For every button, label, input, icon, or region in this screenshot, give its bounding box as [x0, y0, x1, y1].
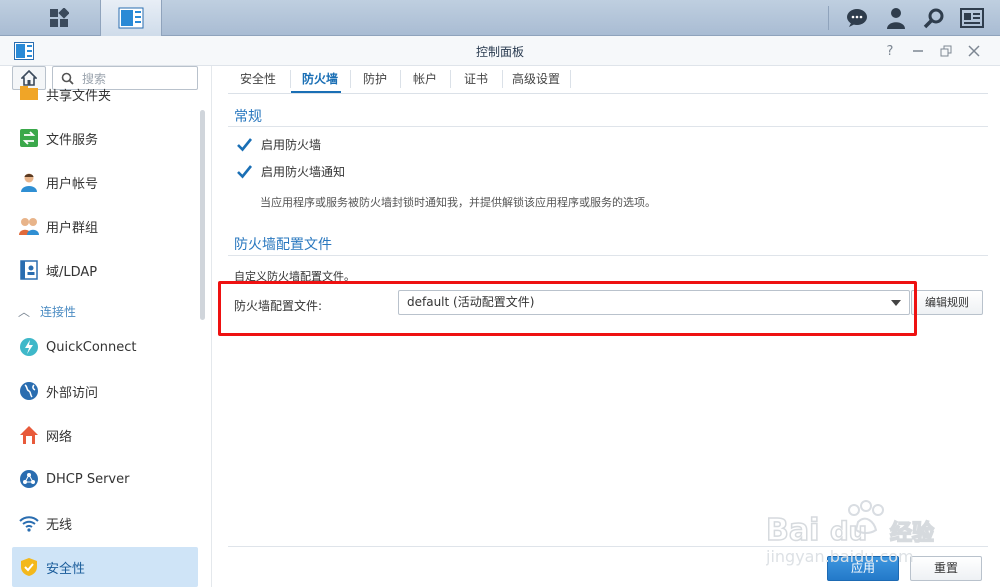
sidebar-item-label: 外部访问 — [46, 385, 99, 401]
sidebar-item-quickconnect[interactable]: QuickConnect — [12, 327, 198, 367]
active-tab-indicator — [291, 91, 341, 93]
tab-separator — [570, 70, 571, 88]
sidebar-item-wireless[interactable]: 无线 — [12, 503, 198, 543]
window-titlebar: 控制面板 ? — [0, 36, 1000, 66]
user-icon — [18, 171, 40, 193]
sidebar-item-external-access[interactable]: 外部访问 — [12, 371, 198, 411]
sidebar-item-group[interactable]: 用户群组 — [12, 206, 198, 246]
sidebar-item-label: 共享文件夹 — [46, 89, 112, 104]
sidebar-group-label: 连接性 — [40, 304, 77, 319]
main-menu-button[interactable] — [28, 0, 90, 36]
user-profile-icon[interactable] — [884, 6, 908, 30]
tab-certificate[interactable]: 证书 — [451, 68, 501, 90]
external-access-icon — [18, 380, 40, 402]
edit-rules-button[interactable]: 编辑规则 — [911, 290, 983, 315]
sidebar-item-label: DHCP Server — [46, 471, 130, 487]
tab-firewall[interactable]: 防火墙 — [291, 68, 349, 90]
file-services-icon — [18, 127, 40, 149]
sidebar-item-label: 无线 — [46, 517, 73, 533]
group-icon — [18, 215, 40, 237]
taskbar-separator — [828, 6, 829, 30]
sidebar-scrollbar[interactable] — [200, 110, 205, 320]
checkmark-icon — [236, 163, 253, 180]
section-title-profile: 防火墙配置文件 — [234, 237, 332, 253]
minimize-icon[interactable] — [908, 41, 928, 61]
sidebar-item-label: 网络 — [46, 429, 73, 445]
sidebar-item-network[interactable]: 网络 — [12, 415, 198, 455]
control-panel-icon — [118, 7, 144, 29]
sidebar-item-label: 域/LDAP — [46, 264, 98, 280]
quickconnect-icon — [18, 336, 40, 358]
tab-bar: 安全性 防火墙 防护 帐户 证书 高级设置 — [228, 66, 988, 94]
sidebar-item-label: QuickConnect — [46, 339, 137, 355]
sidebar-item-dhcp-server[interactable]: DHCP Server — [12, 459, 198, 499]
dhcp-server-icon — [18, 468, 40, 490]
restore-icon[interactable] — [936, 41, 956, 61]
checkmark-icon — [236, 136, 253, 153]
tab-account[interactable]: 帐户 — [401, 68, 449, 90]
tab-security[interactable]: 安全性 — [228, 68, 288, 90]
footer-divider — [228, 546, 988, 547]
section-divider — [228, 126, 988, 127]
chevron-up-icon: ︿ — [18, 304, 31, 319]
taskbar-control-panel-button[interactable] — [100, 0, 162, 36]
sidebar-group-connectivity[interactable]: ︿ 连接性 — [12, 302, 198, 320]
section-title-general: 常规 — [234, 109, 262, 125]
notification-chat-icon[interactable] — [845, 6, 869, 30]
search-icon[interactable] — [922, 6, 946, 30]
window-title: 控制面板 — [475, 45, 524, 59]
sidebar: 搜索 共享文件夹 文件服务 用户帐号 用户群组 域/LDAP ︿ 连接性 Qui… — [0, 66, 212, 587]
close-icon[interactable] — [964, 41, 984, 61]
annotation-highlight-box — [218, 281, 917, 336]
sidebar-item-label: 用户帐号 — [46, 176, 99, 192]
grid-icon — [50, 8, 69, 27]
domain-ldap-icon — [18, 259, 40, 281]
sidebar-item-domain-ldap[interactable]: 域/LDAP — [12, 250, 198, 290]
sidebar-item-label: 安全性 — [46, 561, 86, 577]
widgets-icon[interactable] — [960, 6, 984, 30]
sidebar-item-file-services[interactable]: 文件服务 — [12, 118, 198, 158]
section-divider — [228, 255, 988, 256]
tab-protection[interactable]: 防护 — [351, 68, 399, 90]
sidebar-item-shared-folder[interactable]: 共享文件夹 — [12, 80, 198, 104]
security-shield-icon — [18, 556, 40, 578]
shared-folder-icon — [18, 82, 40, 104]
network-icon — [18, 424, 40, 446]
tab-advanced[interactable]: 高级设置 — [503, 68, 569, 90]
enable-firewall-notify-checkbox[interactable]: 启用防火墙通知 — [236, 163, 345, 180]
apply-button[interactable]: 应用 — [827, 556, 899, 581]
notify-description: 当应用程序或服务被防火墙封锁时通知我，并提供解锁该应用程序或服务的选项。 — [260, 196, 656, 209]
sidebar-item-label: 用户群组 — [46, 220, 99, 236]
help-icon[interactable]: ? — [880, 41, 900, 61]
sidebar-item-security[interactable]: 安全性 — [12, 547, 198, 587]
wireless-icon — [18, 512, 40, 534]
sidebar-item-label: 文件服务 — [46, 132, 99, 148]
enable-firewall-checkbox[interactable]: 启用防火墙 — [236, 136, 321, 153]
sidebar-item-user[interactable]: 用户帐号 — [12, 162, 198, 202]
reset-button[interactable]: 重置 — [910, 556, 982, 581]
taskbar — [0, 0, 1000, 36]
enable-firewall-label: 启用防火墙 — [261, 138, 322, 152]
enable-firewall-notify-label: 启用防火墙通知 — [261, 165, 346, 179]
